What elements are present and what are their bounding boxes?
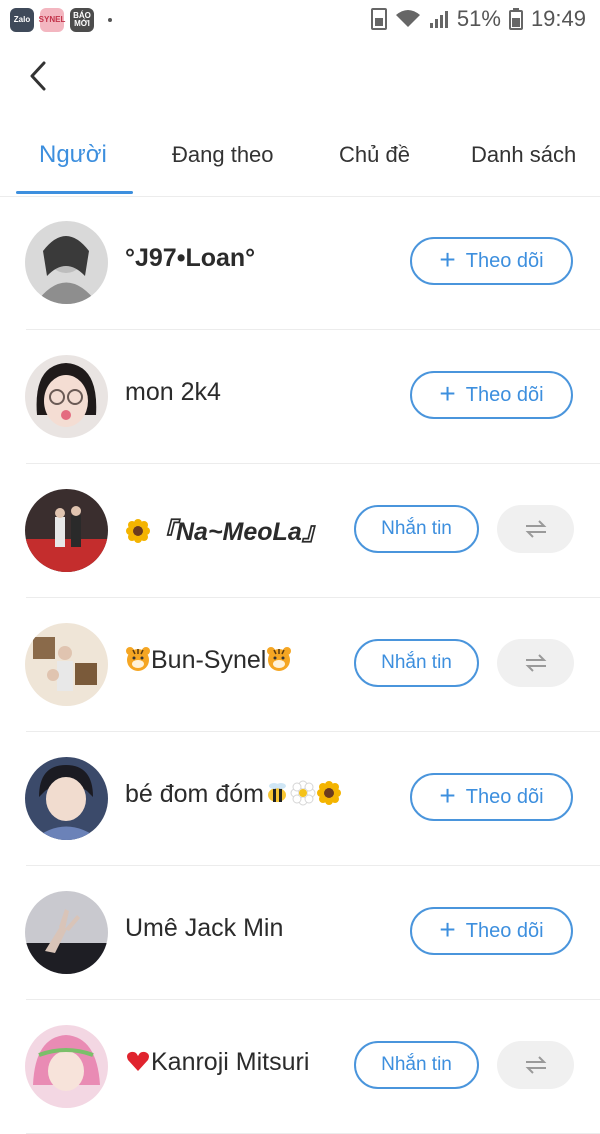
plus-icon: + [439,779,456,811]
mutual-follow-button[interactable] [497,1041,574,1089]
mutual-follow-button[interactable] [497,639,574,687]
avatar[interactable] [25,623,108,706]
avatar[interactable] [25,891,108,974]
follow-button[interactable]: + Theo dõi [410,237,573,285]
user-list: °J97•Loan° + Theo dõi mon 2k4 + Theo dõi… [0,196,600,1134]
plus-icon: + [439,913,456,945]
user-name[interactable]: °J97•Loan° [125,244,255,273]
user-name[interactable]: Bun-Synel [125,646,292,675]
avatar[interactable] [25,757,108,840]
tiger-face-icon [126,647,150,671]
list-item[interactable]: bé đom đóm + Theo dõi [0,732,600,866]
follow-button[interactable]: + Theo dõi [410,907,573,955]
plus-icon: + [439,243,456,275]
zalo-app-icon: Zalo [10,8,34,32]
follow-button[interactable]: + Theo dõi [410,371,573,419]
user-name[interactable]: mon 2k4 [125,378,221,407]
avatar[interactable] [25,355,108,438]
plus-icon: + [439,377,456,409]
user-name-text: Kanroji Mitsuri [151,1048,310,1076]
battery-saver-icon [370,8,387,30]
signal-icon [429,11,448,28]
tab-lists[interactable]: Danh sách [471,126,576,184]
sunflower-icon [316,781,341,805]
tiger-face-icon [267,647,292,671]
more-notifications-dot [108,18,112,22]
list-item[interactable]: Kanroji Mitsuri Nhắn tin [0,1000,600,1134]
user-name-text: bé đom đóm [125,780,264,808]
user-name-text: 『Na~MeoLa』 [151,518,327,546]
avatar[interactable] [25,221,108,304]
follow-label: Theo dõi [465,249,544,272]
follow-label: Theo dõi [465,383,544,406]
user-name[interactable]: 『Na~MeoLa』 [125,512,327,548]
message-button[interactable]: Nhắn tin [354,505,479,553]
battery-percent: 51% [456,6,501,31]
wifi-icon [395,10,420,27]
battery-icon [508,8,523,30]
notification-icons: Zalo SYNEL BÁO MỚI [10,8,112,32]
follow-button[interactable]: + Theo dõi [410,773,573,821]
user-name[interactable]: bé đom đóm [125,780,342,809]
sunflower-icon [126,519,150,543]
message-button[interactable]: Nhắn tin [354,639,479,687]
system-status: 51% 19:49 [370,6,586,32]
daisy-icon [290,780,316,806]
baomoi-app-icon: BÁO MỚI [70,8,94,32]
follow-label: Theo dõi [465,785,544,808]
list-item[interactable]: Umê Jack Min + Theo dõi [0,866,600,1000]
tab-following[interactable]: Đang theo [172,126,274,184]
synel-app-icon: SYNEL [39,8,65,32]
back-button[interactable] [18,56,58,96]
clock: 19:49 [530,6,586,31]
status-bar: Zalo SYNEL BÁO MỚI 51% 19:49 [0,0,600,44]
list-item[interactable]: mon 2k4 + Theo dõi [0,330,600,464]
list-item[interactable]: Bun-Synel Nhắn tin [0,598,600,732]
tab-bar: Người Đang theo Chủ đề Danh sách [0,126,600,197]
user-name-text: Bun-Synel [151,646,267,674]
active-tab-indicator [16,191,133,194]
message-button[interactable]: Nhắn tin [354,1041,479,1089]
user-name[interactable]: Umê Jack Min [125,914,283,943]
user-name[interactable]: Kanroji Mitsuri [125,1048,309,1077]
swap-arrows-icon [525,654,546,672]
tab-people[interactable]: Người [39,126,107,184]
avatar[interactable] [25,489,108,572]
swap-arrows-icon [525,1056,546,1074]
bee-icon [267,783,286,802]
red-heart-icon [127,1051,149,1071]
chevron-left-icon [30,61,46,91]
tab-topics[interactable]: Chủ đề [339,126,410,184]
list-item[interactable]: 『Na~MeoLa』 Nhắn tin [0,464,600,598]
list-item[interactable]: °J97•Loan° + Theo dõi [0,196,600,330]
follow-label: Theo dõi [465,919,544,942]
mutual-follow-button[interactable] [497,505,574,553]
swap-arrows-icon [525,520,546,538]
